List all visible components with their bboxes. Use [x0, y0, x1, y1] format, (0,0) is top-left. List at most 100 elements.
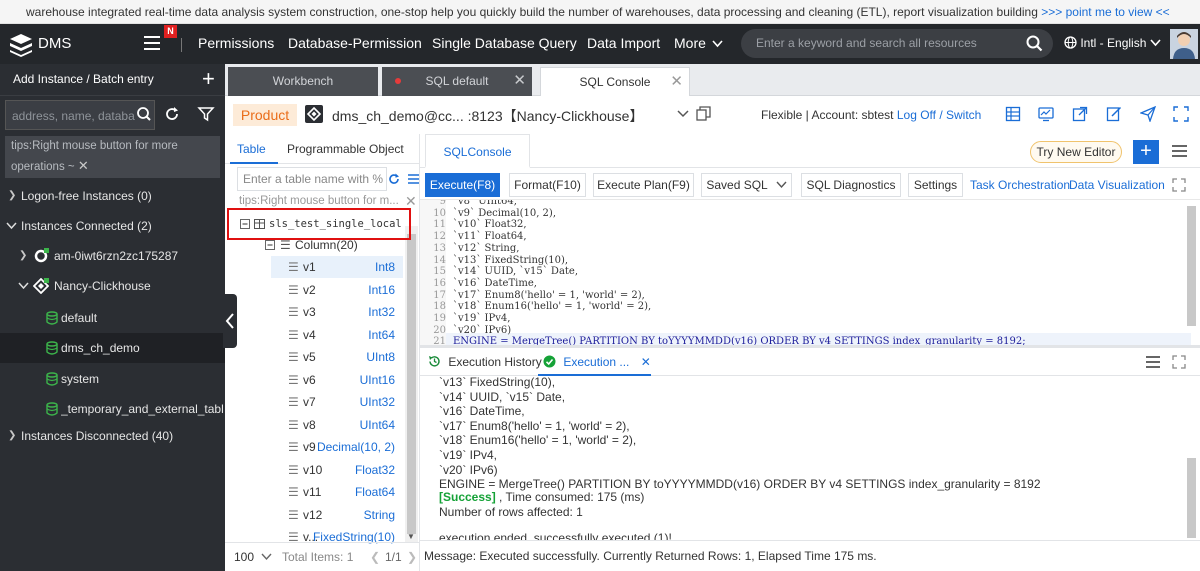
- search-icon[interactable]: [1026, 35, 1043, 52]
- object-pager: 100 Total Items: 1 ❮ 1/1 ❯: [225, 542, 420, 571]
- column-item[interactable]: ☰ v11 Float64: [271, 481, 403, 503]
- success-check-icon: [543, 355, 556, 368]
- execution-menu-icon[interactable]: [1146, 356, 1160, 368]
- copy-icon[interactable]: [696, 106, 711, 121]
- tab-programmable-object[interactable]: Programmable Object: [287, 142, 404, 156]
- fullscreen-icon[interactable]: [1173, 106, 1189, 122]
- menu-toggle-icon[interactable]: [144, 36, 160, 50]
- field-icon: ☰: [288, 372, 299, 387]
- column-item[interactable]: ☰ v7 UInt32: [271, 391, 403, 413]
- total-items: Total Items: 1: [282, 550, 354, 564]
- expand-icon[interactable]: [1172, 178, 1186, 192]
- column-name: v11: [303, 485, 322, 499]
- table-search-input[interactable]: Enter a table name with %: [237, 167, 387, 191]
- prev-page-icon[interactable]: ❮: [370, 543, 380, 571]
- tab-sql-default[interactable]: SQL default ✕: [382, 67, 532, 96]
- sql-diagnostics-button[interactable]: SQL Diagnostics: [801, 173, 901, 197]
- scroll-down-icon[interactable]: ▼: [407, 532, 415, 541]
- page-size-select[interactable]: 100: [234, 543, 272, 571]
- next-page-icon[interactable]: ❯: [407, 543, 417, 571]
- tab-table[interactable]: Table: [237, 142, 266, 156]
- add-instance-link[interactable]: Add Instance / Batch entry: [13, 72, 154, 86]
- column-item[interactable]: ☰ v4 Int64: [271, 324, 403, 346]
- user-avatar[interactable]: [1170, 29, 1198, 59]
- group-disconnected[interactable]: ❯ Instances Disconnected (40): [0, 421, 225, 451]
- expand-icon[interactable]: [1172, 355, 1186, 369]
- tab-execution-result[interactable]: Execution ... ✕: [543, 355, 651, 369]
- nav-data-import[interactable]: Data Import: [587, 35, 660, 51]
- switch-link[interactable]: Switch: [946, 108, 981, 122]
- instance-search-input[interactable]: address, name, databa: [5, 100, 155, 130]
- sql-editor[interactable]: 9 `v8` UInt64, 10 `v9` Decimal(10, 2), 11 `v1…: [420, 199, 1200, 345]
- notification-badge[interactable]: N: [164, 25, 177, 38]
- execute-plan-button[interactable]: Execute Plan(F9): [593, 173, 694, 197]
- language-selector[interactable]: Intl - English: [1064, 36, 1161, 50]
- tab-sqlconsole[interactable]: SQLConsole: [425, 134, 530, 168]
- group-logon-free[interactable]: ❯ Logon-free Instances (0): [0, 181, 225, 211]
- send-icon[interactable]: [1140, 106, 1156, 122]
- execute-button[interactable]: Execute(F8): [425, 173, 500, 197]
- column-item[interactable]: ☰ v12 String: [271, 504, 403, 526]
- close-icon[interactable]: ✕: [670, 68, 683, 96]
- close-icon[interactable]: ✕: [78, 158, 89, 173]
- column-item[interactable]: ☰ v2 Int16: [271, 279, 403, 301]
- nav-database-permission[interactable]: Database-Permission: [288, 35, 422, 51]
- chevron-down-icon[interactable]: [677, 110, 689, 118]
- refresh-icon[interactable]: [387, 172, 401, 186]
- monitor-chart-icon[interactable]: [1038, 106, 1054, 122]
- tree-scrollbar-thumb[interactable]: [407, 234, 416, 534]
- column-item[interactable]: ☰ v9 Decimal(10, 2): [271, 436, 403, 458]
- top-nav: DMS N Permissions Database-Permission Si…: [0, 24, 1200, 64]
- new-console-button[interactable]: +: [1133, 140, 1159, 164]
- nav-permissions[interactable]: Permissions: [198, 35, 274, 51]
- group-connected[interactable]: Instances Connected (2): [0, 211, 225, 241]
- editor-scrollbar[interactable]: [1187, 206, 1196, 326]
- column-item[interactable]: ☰ v10 Float32: [271, 459, 403, 481]
- column-item[interactable]: ☰ v1 Int8: [271, 256, 403, 278]
- instance-item-nancy-clickhouse[interactable]: Nancy-Clickhouse: [0, 271, 225, 301]
- close-icon[interactable]: ✕: [641, 355, 651, 369]
- collapse-icon[interactable]: [265, 240, 275, 250]
- history-icon: [429, 356, 440, 367]
- console-menu-icon[interactable]: [1172, 145, 1187, 157]
- output-scrollbar[interactable]: [1187, 458, 1196, 538]
- try-new-editor-button[interactable]: Try New Editor: [1030, 141, 1122, 163]
- column-item[interactable]: ☰ v5 UInt8: [271, 346, 403, 368]
- column-item[interactable]: ☰ v8 UInt64: [271, 414, 403, 436]
- close-icon[interactable]: ✕: [513, 67, 526, 95]
- column-item[interactable]: ☰ v6 UInt16: [271, 369, 403, 391]
- nav-more[interactable]: More: [674, 35, 723, 51]
- tab-sql-console[interactable]: SQL Console ✕: [540, 67, 690, 96]
- edit-icon[interactable]: [1106, 106, 1122, 122]
- sidebar-collapse-handle[interactable]: [223, 294, 237, 348]
- settings-button[interactable]: Settings: [908, 173, 963, 197]
- execution-tabs: Execution History Execution ... ✕: [420, 348, 1200, 376]
- instance-item-am[interactable]: ❯ am-0iwt6rzn2zc175287: [0, 241, 225, 271]
- refresh-icon[interactable]: [162, 104, 182, 124]
- database-item-temporary[interactable]: _temporary_and_external_tables: [0, 394, 225, 424]
- format-button[interactable]: Format(F10): [509, 173, 586, 197]
- banner-link[interactable]: >>> point me to view <<: [1041, 5, 1169, 19]
- tab-execution-history[interactable]: Execution History: [428, 355, 542, 369]
- add-instance-plus-icon[interactable]: +: [202, 67, 215, 91]
- saved-sql-dropdown[interactable]: Saved SQL: [701, 173, 792, 197]
- logoff-link[interactable]: Log Off: [897, 108, 936, 122]
- task-orchestration-link[interactable]: Task Orchestration: [970, 178, 1070, 192]
- nav-single-database-query[interactable]: Single Database Query: [432, 35, 577, 51]
- tab-workbench[interactable]: Workbench: [228, 67, 378, 96]
- search-icon[interactable]: [134, 104, 154, 124]
- table-grid-icon[interactable]: [1005, 106, 1021, 122]
- filter-settings-icon[interactable]: [196, 104, 216, 124]
- data-visualization-link[interactable]: Data Visualization: [1069, 178, 1165, 192]
- column-item[interactable]: ☰ v3 Int32: [271, 301, 403, 323]
- list-icon[interactable]: [405, 172, 419, 186]
- nav-divider: [181, 38, 182, 52]
- field-icon: ☰: [288, 395, 299, 409]
- column-name: v12: [303, 507, 323, 522]
- database-item-dms-ch-demo[interactable]: dms_ch_demo: [0, 333, 225, 363]
- global-search-input[interactable]: Enter a keyword and search all resources: [741, 29, 1053, 58]
- external-open-icon[interactable]: [1072, 106, 1088, 122]
- instance-sidebar: Add Instance / Batch entry + address, na…: [0, 64, 225, 571]
- database-item-default[interactable]: default: [0, 303, 225, 333]
- database-item-system[interactable]: system: [0, 364, 225, 394]
